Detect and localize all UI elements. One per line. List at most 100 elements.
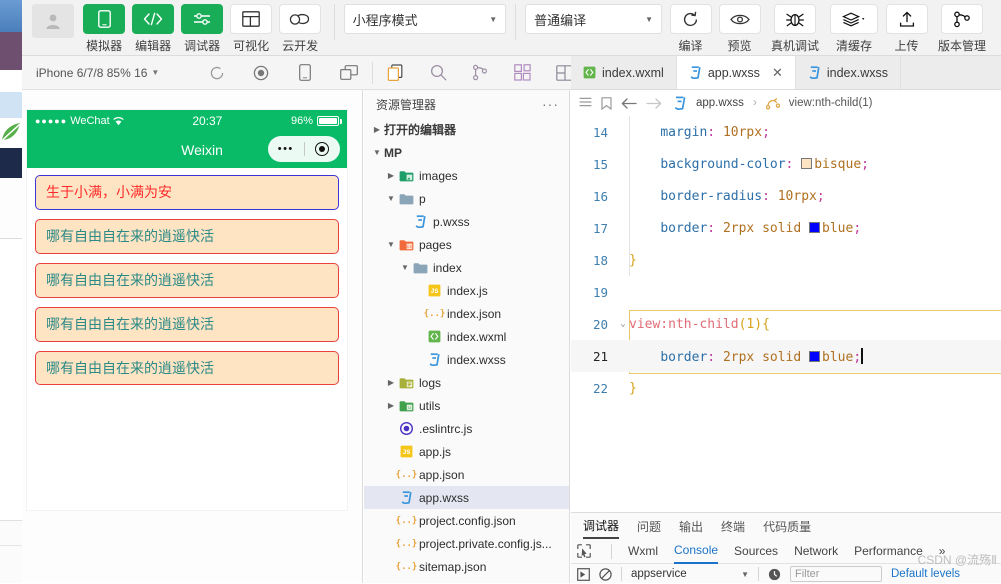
devtools-tab-network[interactable]: Network	[794, 539, 838, 564]
clear-console-icon[interactable]	[599, 567, 612, 581]
record-stop-icon[interactable]	[252, 64, 270, 82]
toolbar-item-clear-cache[interactable]: 清缓存	[826, 4, 882, 54]
toolbar-item-version[interactable]: 版本管理	[931, 4, 993, 54]
code-line[interactable]: 14 margin: 10rpx;	[571, 116, 1001, 148]
tree-item-index-js[interactable]: JS index.js	[364, 279, 569, 302]
phone-outline-icon[interactable]	[296, 64, 314, 82]
multi-window-icon[interactable]	[340, 64, 358, 82]
console-filter-input[interactable]: Filter	[790, 566, 882, 582]
debug-tab-0[interactable]: 调试器	[583, 513, 620, 539]
bookmark-icon[interactable]	[601, 96, 612, 110]
code-line[interactable]: 21 border: 2rpx solid blue;	[571, 340, 1001, 372]
devtools-tab-sources[interactable]: Sources	[734, 539, 778, 564]
devtools-tab-console[interactable]: Console	[674, 539, 719, 564]
code-line[interactable]: 20 ⌄ view:nth-child(1){	[571, 308, 1001, 340]
tree-item-utils[interactable]: u utils	[364, 394, 569, 417]
toolbar-item-visual[interactable]: 可视化	[227, 4, 276, 54]
step-icon[interactable]	[577, 567, 590, 581]
debug-tab-1[interactable]: 问题	[637, 513, 661, 539]
wxml-file-icon	[583, 66, 596, 79]
tree-item-logs[interactable]: logs	[364, 371, 569, 394]
code-line[interactable]: 19	[571, 276, 1001, 308]
devtools-tab-wxml[interactable]: Wxml	[628, 539, 658, 564]
source-control-icon[interactable]	[471, 64, 489, 82]
mp-view-item[interactable]: 哪有自由自在来的逍遥快活	[35, 262, 339, 298]
back-arrow-icon[interactable]	[621, 97, 637, 109]
tree-item-app-wxss[interactable]: app.wxss	[364, 486, 569, 509]
editor-tab-app-wxss[interactable]: app.wxss ✕	[676, 56, 796, 89]
breadcrumb-symbol[interactable]: view:nth-child(1)	[789, 97, 873, 109]
user-avatar-icon[interactable]	[32, 4, 74, 38]
chevron-right-icon[interactable]	[384, 171, 398, 180]
console-context-select[interactable]: appservice ▼	[631, 568, 749, 580]
toolbar-item-editor[interactable]: 编辑器	[129, 4, 178, 54]
tree-item-index[interactable]: index	[364, 256, 569, 279]
toolbar-item-cloud[interactable]: 云开发	[276, 4, 325, 54]
code-line[interactable]: 22}	[571, 372, 1001, 404]
fold-chevron-icon[interactable]: ⌄	[617, 319, 629, 329]
device-select[interactable]: iPhone 6/7/8 85% 16 ▼	[22, 66, 208, 80]
chevron-right-icon[interactable]	[384, 378, 398, 387]
tree-item-app-js[interactable]: JS app.js	[364, 440, 569, 463]
chevron-down-icon[interactable]	[384, 194, 398, 203]
tree-item--eslintrc-js[interactable]: .eslintrc.js	[364, 417, 569, 440]
code-line[interactable]: 18}	[571, 244, 1001, 276]
section-project-root[interactable]: MP	[364, 141, 569, 164]
tree-item-index-json[interactable]: {..} index.json	[364, 302, 569, 325]
tree-item-p[interactable]: p	[364, 187, 569, 210]
toolbar-item-device-debug[interactable]: 真机调试	[764, 4, 826, 54]
chevron-right-icon[interactable]	[384, 401, 398, 410]
toolbar-item-compile[interactable]: 编译	[666, 4, 715, 54]
capsule-button[interactable]: •••	[268, 136, 340, 162]
mode-select[interactable]: 小程序模式 ▼	[343, 4, 507, 34]
debug-tab-3[interactable]: 终端	[721, 513, 745, 539]
editor-tab-index-wxss[interactable]: index.wxss	[795, 56, 901, 89]
bg-titlebar	[0, 0, 22, 32]
toolbar-item-upload[interactable]: 上传	[882, 4, 931, 54]
tree-item-images[interactable]: images	[364, 164, 569, 187]
forward-arrow-icon[interactable]	[646, 97, 662, 109]
console-levels-select[interactable]: Default levels	[891, 568, 960, 580]
extensions-icon[interactable]	[513, 64, 531, 82]
code-area[interactable]: 14 margin: 10rpx; 15 background-color: bi…	[571, 116, 1001, 516]
toolbar-item-simulator[interactable]: 模拟器	[80, 4, 129, 54]
chevron-down-icon[interactable]	[384, 240, 398, 249]
mp-view-item[interactable]: 哪有自由自在来的逍遥快活	[35, 350, 339, 386]
bg-content-1	[0, 70, 22, 92]
tree-item-index-wxml[interactable]: index.wxml	[364, 325, 569, 348]
filter-settings-icon[interactable]	[768, 568, 781, 581]
tree-item-app-json[interactable]: {..} app.json	[364, 463, 569, 486]
inspect-element-icon[interactable]	[577, 539, 595, 564]
code-line[interactable]: 15 background-color: bisque;	[571, 148, 1001, 180]
tree-item-p-wxss[interactable]: p.wxss	[364, 210, 569, 233]
tree-item-project-private-config-js-[interactable]: {..} project.private.config.js...	[364, 532, 569, 555]
tree-item-index-wxss[interactable]: index.wxss	[364, 348, 569, 371]
devtools-tab-performance[interactable]: Performance	[854, 539, 923, 564]
refresh-circle-icon[interactable]	[208, 64, 226, 82]
mp-view-item[interactable]: 哪有自由自在来的逍遥快活	[35, 306, 339, 342]
toolbar-item-preview[interactable]: 预览	[715, 4, 764, 54]
mp-view-item[interactable]: 生于小满，小满为安	[35, 175, 339, 210]
outline-list-icon[interactable]	[579, 97, 592, 109]
mp-view-item[interactable]: 哪有自由自在来的逍遥快活	[35, 218, 339, 254]
color-swatch[interactable]	[809, 350, 821, 362]
code-line[interactable]: 16 border-radius: 10rpx;	[571, 180, 1001, 212]
editor-tab-index-wxml[interactable]: index.wxml	[571, 56, 677, 89]
tree-item-sitemap-json[interactable]: {..} sitemap.json	[364, 555, 569, 578]
copy-files-icon[interactable]	[387, 63, 405, 82]
compile-mode-select[interactable]: 普通编译 ▼	[525, 4, 662, 34]
color-swatch[interactable]	[809, 221, 821, 233]
chevron-down-icon[interactable]	[398, 263, 412, 272]
more-actions-icon[interactable]: ···	[542, 96, 559, 112]
code-line[interactable]: 17 border: 2rpx solid blue;	[571, 212, 1001, 244]
breadcrumb-file[interactable]: app.wxss	[696, 97, 744, 109]
tree-item-project-config-json[interactable]: {..} project.config.json	[364, 509, 569, 532]
section-open-editors[interactable]: 打开的编辑器	[364, 118, 569, 141]
debug-tab-4[interactable]: 代码质量	[763, 513, 811, 539]
toolbar-item-debugger[interactable]: 调试器	[178, 4, 227, 54]
tree-item-pages[interactable]: cs pages	[364, 233, 569, 256]
debug-tab-2[interactable]: 输出	[679, 513, 703, 539]
color-swatch[interactable]	[801, 157, 813, 169]
search-icon[interactable]	[429, 64, 447, 82]
close-icon[interactable]: ✕	[772, 65, 783, 81]
